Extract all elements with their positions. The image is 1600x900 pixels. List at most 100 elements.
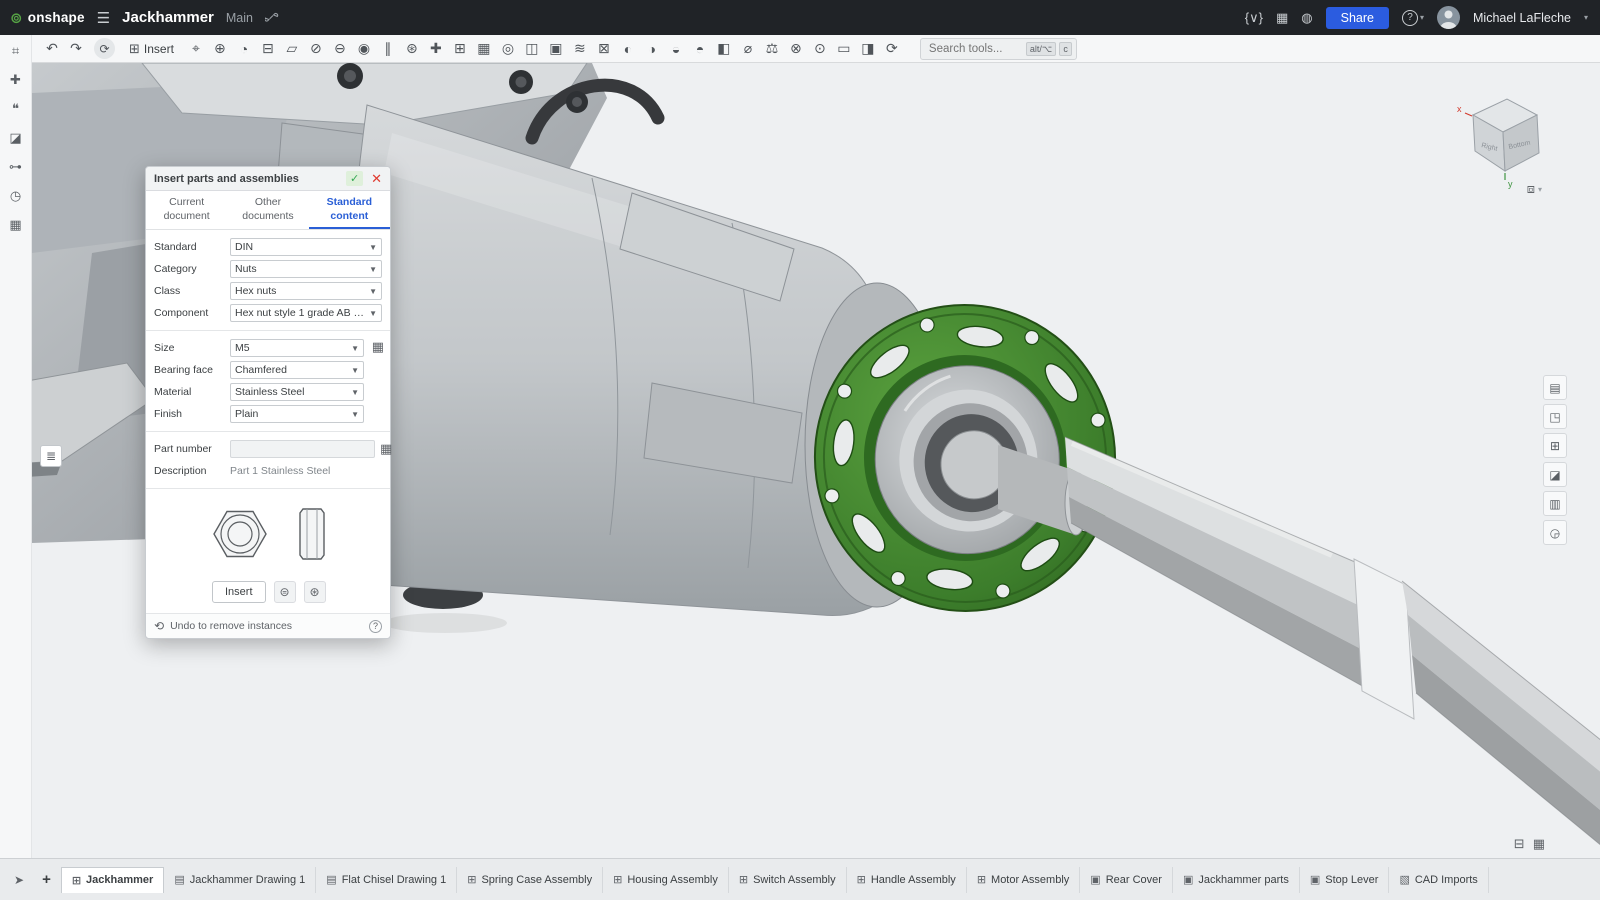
main-menu-icon[interactable]: ☰ [97,9,110,27]
insert-tool-button[interactable]: ⊞ Insert [121,37,182,61]
tab-rear-cover[interactable]: ▣ Rear Cover [1080,867,1173,893]
tables-icon[interactable]: ▦ [5,215,27,235]
export-icon[interactable]: ⟳ [880,38,904,60]
named-positions-icon[interactable]: ◑ [640,38,664,60]
insert-confirm-button[interactable]: Insert [212,581,266,603]
close-icon[interactable]: ✕ [369,171,384,187]
planar-mate-icon[interactable]: ▱ [280,38,304,60]
undo-instances-label[interactable]: Undo to remove instances [170,620,363,632]
snap-mode-icon[interactable]: ≋ [568,38,592,60]
avatar[interactable] [1437,6,1460,29]
info-icon[interactable]: ? [369,620,382,633]
section-view-icon[interactable]: ◧ [712,38,736,60]
bom-panel-icon[interactable]: ▤ [1543,375,1567,400]
add-tab-button[interactable]: + [32,871,61,888]
part-number-input[interactable] [230,440,375,458]
tab-cad-imports[interactable]: ▧ CAD Imports [1389,867,1488,893]
named-views-panel-icon[interactable]: ◳ [1543,404,1567,429]
pin-slot-mate-icon[interactable]: ⊖ [328,38,352,60]
interference-detection-icon[interactable]: ⊗ [784,38,808,60]
cylindrical-mate-icon[interactable]: ⊘ [304,38,328,60]
mass-properties-icon[interactable]: ⚖ [760,38,784,60]
field-dropdown[interactable]: M5 ▼ [230,339,364,357]
field-dropdown[interactable]: Stainless Steel ▼ [230,383,364,401]
insert-options-icon[interactable]: ⊛ [304,581,326,603]
insert-panel-icon[interactable]: ⊞ [1543,433,1567,458]
update-references-icon[interactable]: ⟳ [94,38,115,59]
tab-other-documents[interactable]: Other documents [227,191,308,229]
measure-icon[interactable]: ⌀ [736,38,760,60]
follow-mode-icon[interactable]: ⊶ [5,157,27,177]
history-icon[interactable]: ◷ [5,186,27,206]
share-button[interactable]: Share [1326,7,1389,29]
mate-icon[interactable]: ⌖ [184,38,208,60]
workspace-label[interactable]: Main [226,11,253,25]
tab-switch-assembly[interactable]: ⊞ Switch Assembly [729,867,847,893]
slider-mate-icon[interactable]: ⊟ [256,38,280,60]
mate-connector-icon[interactable]: ✚ [424,38,448,60]
display-states-icon[interactable]: ◒ [664,38,688,60]
tab-motor-assembly[interactable]: ⊞ Motor Assembly [967,867,1080,893]
field-dropdown[interactable]: DIN ▼ [230,238,382,256]
app-store-icon[interactable]: ▦ [1276,10,1288,26]
help-menu[interactable]: ? ▾ [1402,10,1424,26]
tab-jackhammer[interactable]: ⊞ Jackhammer [61,867,165,893]
custom-tables-icon[interactable]: ▥ [1543,491,1567,516]
tab-jackhammer-parts[interactable]: ▣ Jackhammer parts [1173,867,1300,893]
share-link-icon[interactable] [265,11,279,25]
linear-pattern-icon[interactable]: ▦ [472,38,496,60]
undo-instances-icon[interactable]: ⟲ [154,619,164,633]
learning-center-icon[interactable]: ◍ [1301,10,1312,26]
onshape-logo[interactable]: ⊚ onshape [10,9,85,27]
comments-icon[interactable]: ❝ [5,99,27,119]
explode-view-icon[interactable]: ⊠ [592,38,616,60]
user-name[interactable]: Michael LaFleche [1473,11,1571,25]
user-menu-caret-icon[interactable]: ▾ [1584,13,1588,22]
tab-housing-assembly[interactable]: ⊞ Housing Assembly [603,867,729,893]
field-dropdown[interactable]: Chamfered ▼ [230,361,364,379]
revolute-mate-icon[interactable]: ◔ [232,38,256,60]
tab-current-document[interactable]: Current document [146,191,227,229]
insert-multiple-icon[interactable]: ⊜ [274,581,296,603]
field-dropdown[interactable]: Hex nut style 1 grade AB DIN EN ▼ [230,304,382,322]
mirror-icon[interactable]: ◫ [520,38,544,60]
circular-pattern-icon[interactable]: ◎ [496,38,520,60]
snapshot-icon[interactable]: ◐ [616,38,640,60]
fastened-mate-icon[interactable]: ⊕ [208,38,232,60]
undo-icon[interactable]: ↶ [40,38,64,60]
tab-handle-assembly[interactable]: ⊞ Handle Assembly [847,867,967,893]
sheet-metal-icon[interactable]: ◨ [856,38,880,60]
frame-icon[interactable]: ▭ [832,38,856,60]
field-dropdown[interactable]: Nuts ▼ [230,260,382,278]
transform-icon[interactable]: ✚ [5,70,27,90]
tab-flat-chisel-drawing-1[interactable]: ▤ Flat Chisel Drawing 1 [316,867,457,893]
grid-settings-icon[interactable]: ▦ [1533,836,1545,852]
group-icon[interactable]: ⊞ [448,38,472,60]
feature-list-icon[interactable]: ⌗ [5,41,27,61]
configurations-panel-icon[interactable]: ◶ [1543,520,1567,545]
view-cube[interactable]: Right Bottom x y [1445,85,1555,195]
appearance-flyout-icon[interactable]: ◪ [1543,462,1567,487]
redo-icon[interactable]: ↷ [64,38,88,60]
search-tools-input[interactable] [929,43,1021,55]
tab-jackhammer-drawing-1[interactable]: ▤ Jackhammer Drawing 1 [164,867,316,893]
print-preview-icon[interactable]: ⊟ [1514,836,1525,852]
part-number-config-icon[interactable]: ▦ [380,441,392,457]
appearance-panel-icon[interactable]: ◪ [5,128,27,148]
tangent-mate-icon[interactable]: ⊛ [400,38,424,60]
field-dropdown[interactable]: Hex nuts ▼ [230,282,382,300]
dialog-header[interactable]: Insert parts and assemblies ✓ ✕ [146,167,390,191]
accept-icon[interactable]: ✓ [346,171,363,186]
tab-standard-content[interactable]: Standard content [309,191,390,229]
view-cube-menu[interactable]: ⧈ ▾ [1527,181,1542,197]
replicate-icon[interactable]: ▣ [544,38,568,60]
appearance-icon[interactable]: ◓ [688,38,712,60]
tab-stop-lever[interactable]: ▣ Stop Lever [1300,867,1390,893]
field-dropdown[interactable]: Plain ▼ [230,405,364,423]
parallel-mate-icon[interactable]: ∥ [376,38,400,60]
tab-manager-icon[interactable]: ➤ [6,873,32,887]
ball-mate-icon[interactable]: ◉ [352,38,376,60]
featurescript-icon[interactable]: {∨} [1245,10,1263,26]
hole-icon[interactable]: ⊙ [808,38,832,60]
assembly-tree-toggle[interactable]: ≣ [40,445,62,467]
